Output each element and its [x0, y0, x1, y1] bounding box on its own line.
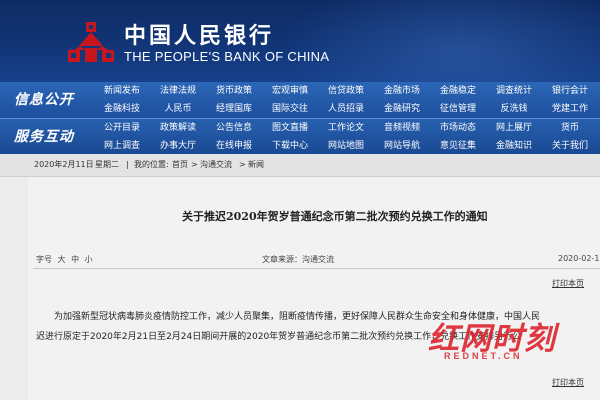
nav-link-info-row2-2[interactable]: 经理国库 [204, 100, 264, 118]
nav-link-service-row2-3[interactable]: 下载中心 [260, 137, 320, 155]
nav-link-info-row1-0[interactable]: 新闻发布 [92, 82, 152, 100]
font-size-label: 字号 [36, 255, 52, 264]
font-size-control: 字号 大 中 小 [36, 254, 93, 265]
breadcrumb-arrow: > [191, 160, 198, 169]
nav-link-service-row2-0[interactable]: 网上调查 [92, 137, 152, 155]
print-page-link-top[interactable]: 打印本页 [552, 278, 584, 289]
nav-link-service-row1-0[interactable]: 公开目录 [92, 119, 152, 137]
article-date: 2020-02-1 [558, 254, 600, 263]
header-glow [280, 0, 600, 82]
nav-link-info-row2-7[interactable]: 反洗钱 [484, 100, 544, 118]
article-title: 关于推迟2020年贺岁普通纪念币第二批次预约兑换工作的通知 [182, 210, 488, 223]
nav-link-info-row1-7[interactable]: 调查统计 [484, 82, 544, 100]
nav-link-service-row2-2[interactable]: 在线申报 [204, 137, 264, 155]
nav-link-service-row1-7[interactable]: 网上展厅 [484, 119, 544, 137]
site-header: 中国人民银行 THE PEOPLE'S BANK OF CHINA [0, 0, 600, 82]
nav-link-info-row2-8[interactable]: 党建工作 [540, 100, 600, 118]
nav-link-service-row1-5[interactable]: 音频视频 [372, 119, 432, 137]
nav-link-service-row1-1[interactable]: 政策解读 [148, 119, 208, 137]
nav-link-info-row2-5[interactable]: 金融研究 [372, 100, 432, 118]
nav-link-info-row2-4[interactable]: 人员招录 [316, 100, 376, 118]
breadcrumb-prefix: 我的位置: [134, 160, 169, 169]
nav-info-links: 新闻发布 法律法规 货币政策 宏观审慎 信贷政策 金融市场 金融稳定 调查统计 银行会计金融科技… [92, 82, 600, 118]
nav-link-info-row1-2[interactable]: 货币政策 [204, 82, 264, 100]
nav-link-info-row1-6[interactable]: 金融稳定 [428, 82, 488, 100]
breadcrumb-date: 2020年2月11日 [34, 160, 94, 169]
breadcrumb-weekday: 星期二 [95, 160, 119, 169]
nav-link-service-row2-7[interactable]: 金融知识 [484, 137, 544, 155]
nav-link-info-row1-1[interactable]: 法律法规 [148, 82, 208, 100]
print-page-link-bottom[interactable]: 打印本页 [552, 377, 584, 388]
watermark-en: REDNET.CN [444, 351, 523, 361]
nav-link-info-row2-1[interactable]: 人民币 [148, 100, 208, 118]
nav-link-service-row2-1[interactable]: 办事大厅 [148, 137, 208, 155]
breadcrumb-link-news[interactable]: 新闻 [248, 154, 264, 176]
font-size-medium[interactable]: 中 [71, 255, 79, 264]
pboc-logo-icon[interactable] [66, 20, 116, 66]
breadcrumb-link-home[interactable]: 首页 [172, 154, 188, 176]
rednet-watermark: 红网时刻 REDNET.CN [428, 313, 558, 367]
nav-link-service-row1-3[interactable]: 图文直播 [260, 119, 320, 137]
nav-link-info-row1-3[interactable]: 宏观审慎 [260, 82, 320, 100]
site-title-en: THE PEOPLE'S BANK OF CHINA [124, 49, 330, 64]
nav-link-info-row1-4[interactable]: 信贷政策 [316, 82, 376, 100]
breadcrumb-link-communication[interactable]: 沟通交流 [200, 154, 232, 176]
nav-link-service-row2-8[interactable]: 关于我们 [540, 137, 600, 155]
nav-section-service-label: 服务互动 [14, 129, 74, 145]
site-title-cn: 中国人民银行 [124, 23, 275, 49]
nav-link-info-row2-3[interactable]: 国际交往 [260, 100, 320, 118]
nav-link-service-row1-2[interactable]: 公告信息 [204, 119, 264, 137]
nav-link-service-row2-5[interactable]: 网站导航 [372, 137, 432, 155]
nav-link-service-row2-4[interactable]: 网站地图 [316, 137, 376, 155]
nav-link-info-row2-6[interactable]: 征信管理 [428, 100, 488, 118]
nav-section-info-label: 信息公开 [14, 92, 74, 108]
nav-row-service: 服务互动 公开目录 政策解读 公告信息 图文直播 工作论文 音频视频 市场动态 网上展厅 货币网… [0, 118, 600, 155]
nav-link-service-row1-8[interactable]: 货币 [540, 119, 600, 137]
nav-row-info: 信息公开 新闻发布 法律法规 货币政策 宏观审慎 信贷政策 金融市场 金融稳定 调查统计 银行会… [0, 82, 600, 118]
main-nav: 信息公开 新闻发布 法律法规 货币政策 宏观审慎 信贷政策 金融市场 金融稳定 调查统计 银行会… [0, 82, 600, 155]
nav-service-links: 公开目录 政策解读 公告信息 图文直播 工作论文 音频视频 市场动态 网上展厅 货币网上调查 办事… [92, 119, 600, 155]
breadcrumb-arrow: > [239, 160, 246, 169]
font-size-small[interactable]: 小 [85, 255, 93, 264]
nav-link-info-row2-0[interactable]: 金融科技 [92, 100, 152, 118]
nav-link-info-row1-8[interactable]: 银行会计 [540, 82, 600, 100]
header-divider [33, 268, 600, 269]
breadcrumb-separator: | [126, 160, 129, 169]
nav-link-service-row1-6[interactable]: 市场动态 [428, 119, 488, 137]
nav-link-service-row1-4[interactable]: 工作论文 [316, 119, 376, 137]
nav-link-info-row1-5[interactable]: 金融市场 [372, 82, 432, 100]
breadcrumb: 2020年2月11日 星期二 | 我的位置: 首页 > 沟通交流 > 新闻 [0, 154, 600, 177]
nav-link-service-row2-6[interactable]: 意见征集 [428, 137, 488, 155]
font-size-large[interactable]: 大 [58, 255, 66, 264]
article-source: 文章来源：沟通交流 [262, 255, 334, 264]
